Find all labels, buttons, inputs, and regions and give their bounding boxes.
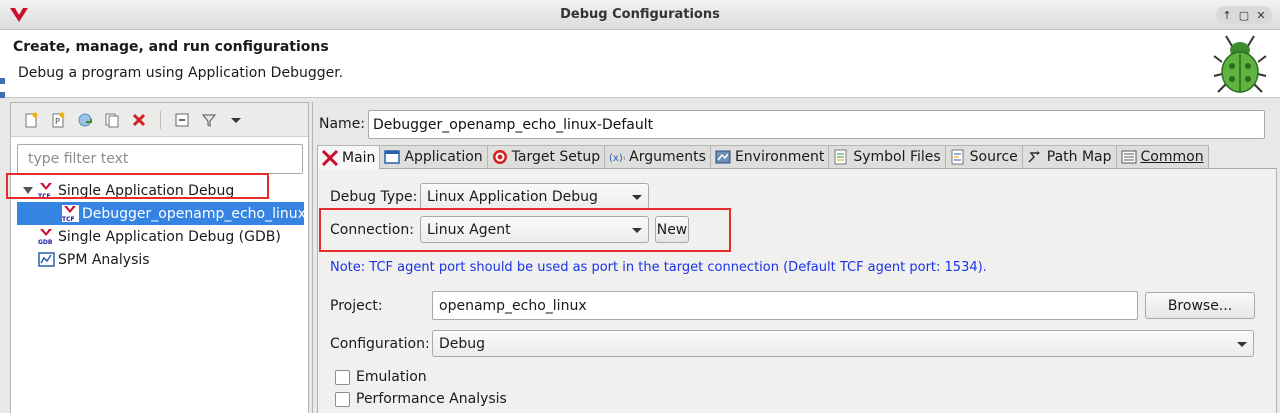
tab-label: Environment (734, 149, 825, 165)
gdb-icon: GDB (38, 229, 53, 245)
configuration-value: Debug (439, 335, 486, 352)
emulation-checkbox[interactable] (335, 369, 350, 385)
tab-bar: Main Application Target Setup (x)= Argum… (317, 145, 1277, 169)
tab-common[interactable]: Common (1115, 145, 1209, 168)
toolbar-separator (160, 110, 161, 129)
close-icon[interactable]: ✕ (1255, 9, 1267, 22)
svg-text:(x)=: (x)= (609, 153, 625, 164)
configuration-select[interactable]: Debug (432, 330, 1254, 357)
project-label: Project: (330, 298, 383, 314)
view-menu-icon[interactable] (226, 110, 246, 130)
emulation-label: Emulation (356, 369, 427, 385)
arguments-icon: (x)= (609, 153, 625, 164)
configuration-tree: TCF Single Application Debug TCF Debugge… (11, 179, 308, 271)
tab-main[interactable]: Main (317, 145, 381, 169)
application-icon (384, 150, 401, 164)
browse-button[interactable]: Browse... (1145, 292, 1255, 319)
tab-label: Symbol Files (853, 149, 941, 165)
tree-item-label: SPM Analysis (58, 251, 150, 268)
performance-analysis-option[interactable]: Performance Analysis (335, 391, 507, 407)
tree-item-single-application-debug[interactable]: TCF Single Application Debug (11, 179, 308, 202)
configuration-label: Configuration: (330, 336, 430, 352)
tab-label: Arguments (629, 149, 706, 165)
collapse-all-icon[interactable] (172, 110, 192, 130)
tcf-icon: TCF (62, 205, 79, 222)
debug-type-label: Debug Type: (330, 189, 418, 205)
path-map-icon (1028, 151, 1040, 163)
tab-arguments[interactable]: (x)= Arguments (604, 145, 711, 168)
tree-item-label: Single Application Debug (GDB) (58, 228, 281, 245)
title-bar: Debug Configurations ↑ ▢ ✕ (0, 0, 1280, 30)
tab-label: Common (1140, 149, 1204, 165)
connection-select[interactable]: Linux Agent (420, 216, 649, 243)
performance-analysis-label: Performance Analysis (356, 391, 507, 407)
tree-item-single-application-debug-gdb[interactable]: GDB Single Application Debug (GDB) (11, 225, 308, 248)
header-description: Debug a program using Application Debugg… (18, 65, 344, 81)
main-tab-content: Debug Type: Linux Application Debug Conn… (317, 169, 1277, 413)
configuration-list-panel: P TCF Single Application Debug TCF (10, 102, 309, 413)
xilinx-icon (322, 149, 338, 166)
tab-label: Path Map (1046, 149, 1112, 165)
debug-type-select[interactable]: Linux Application Debug (420, 183, 649, 210)
name-input[interactable] (368, 110, 1265, 139)
tree-item-debugger-config[interactable]: TCF Debugger_openamp_echo_linux-Default (17, 202, 304, 225)
svg-text:TCF: TCF (62, 216, 75, 222)
tab-path-map[interactable]: Path Map (1021, 145, 1117, 168)
new-configuration-icon[interactable] (21, 110, 41, 130)
tree-item-label: Single Application Debug (58, 182, 235, 199)
symbol-files-icon (834, 149, 847, 165)
window-controls: ↑ ▢ ✕ (1216, 6, 1272, 24)
tab-application[interactable]: Application (379, 145, 488, 168)
duplicate-icon[interactable] (102, 110, 122, 130)
debug-type-value: Linux Application Debug (427, 188, 598, 205)
tree-item-spm-analysis[interactable]: SPM Analysis (11, 248, 308, 271)
config-toolbar: P (11, 103, 308, 137)
tab-source[interactable]: Source (944, 145, 1023, 168)
export-icon[interactable] (75, 110, 95, 130)
filter-input[interactable] (17, 144, 303, 174)
configuration-editor: Name: Main Application Target Setup (x)=… (312, 102, 1280, 413)
dialog-header: Create, manage, and run configurations D… (0, 30, 1280, 98)
spm-icon (38, 252, 55, 267)
tab-label: Source (969, 149, 1018, 165)
source-icon (951, 149, 964, 165)
connection-label: Connection: (330, 222, 414, 238)
connection-value: Linux Agent (427, 221, 511, 238)
svg-text:TCF: TCF (38, 193, 51, 199)
environment-icon (715, 150, 731, 164)
new-prototype-icon[interactable]: P (48, 110, 68, 130)
header-title: Create, manage, and run configurations (13, 39, 329, 55)
common-icon (1121, 150, 1137, 164)
svg-text:GDB: GDB (38, 239, 53, 245)
filter-icon[interactable] (199, 110, 219, 130)
tab-environment[interactable]: Environment (709, 145, 830, 168)
restore-icon[interactable]: ▢ (1238, 9, 1250, 22)
up-icon[interactable]: ↑ (1221, 9, 1233, 22)
tab-label: Target Setup (511, 149, 601, 165)
name-label: Name: (319, 116, 366, 132)
tcf-port-note: Note: TCF agent port should be used as p… (330, 260, 987, 275)
svg-text:P: P (55, 117, 60, 126)
edge-marks (0, 78, 5, 108)
project-value: openamp_echo_linux (439, 297, 587, 314)
target-icon (492, 150, 507, 164)
project-field[interactable]: openamp_echo_linux (432, 291, 1138, 320)
expand-twisty-icon[interactable] (23, 187, 33, 194)
chevron-down-icon (1237, 342, 1247, 347)
performance-analysis-checkbox[interactable] (335, 391, 350, 407)
tree-item-label: Debugger_openamp_echo_linux-Default (82, 205, 304, 222)
debug-bug-icon (1213, 35, 1267, 93)
tab-target-setup[interactable]: Target Setup (486, 145, 606, 168)
delete-icon[interactable] (129, 110, 149, 130)
chevron-down-icon (632, 228, 642, 233)
tab-symbol-files[interactable]: Symbol Files (828, 145, 946, 168)
emulation-option[interactable]: Emulation (335, 369, 427, 385)
window-title: Debug Configurations (560, 7, 720, 22)
tab-label: Application (404, 149, 483, 165)
tab-label: Main (342, 149, 376, 166)
new-connection-button[interactable]: New (655, 216, 689, 243)
tcf-icon: TCF (38, 183, 52, 199)
chevron-down-icon (632, 195, 642, 200)
